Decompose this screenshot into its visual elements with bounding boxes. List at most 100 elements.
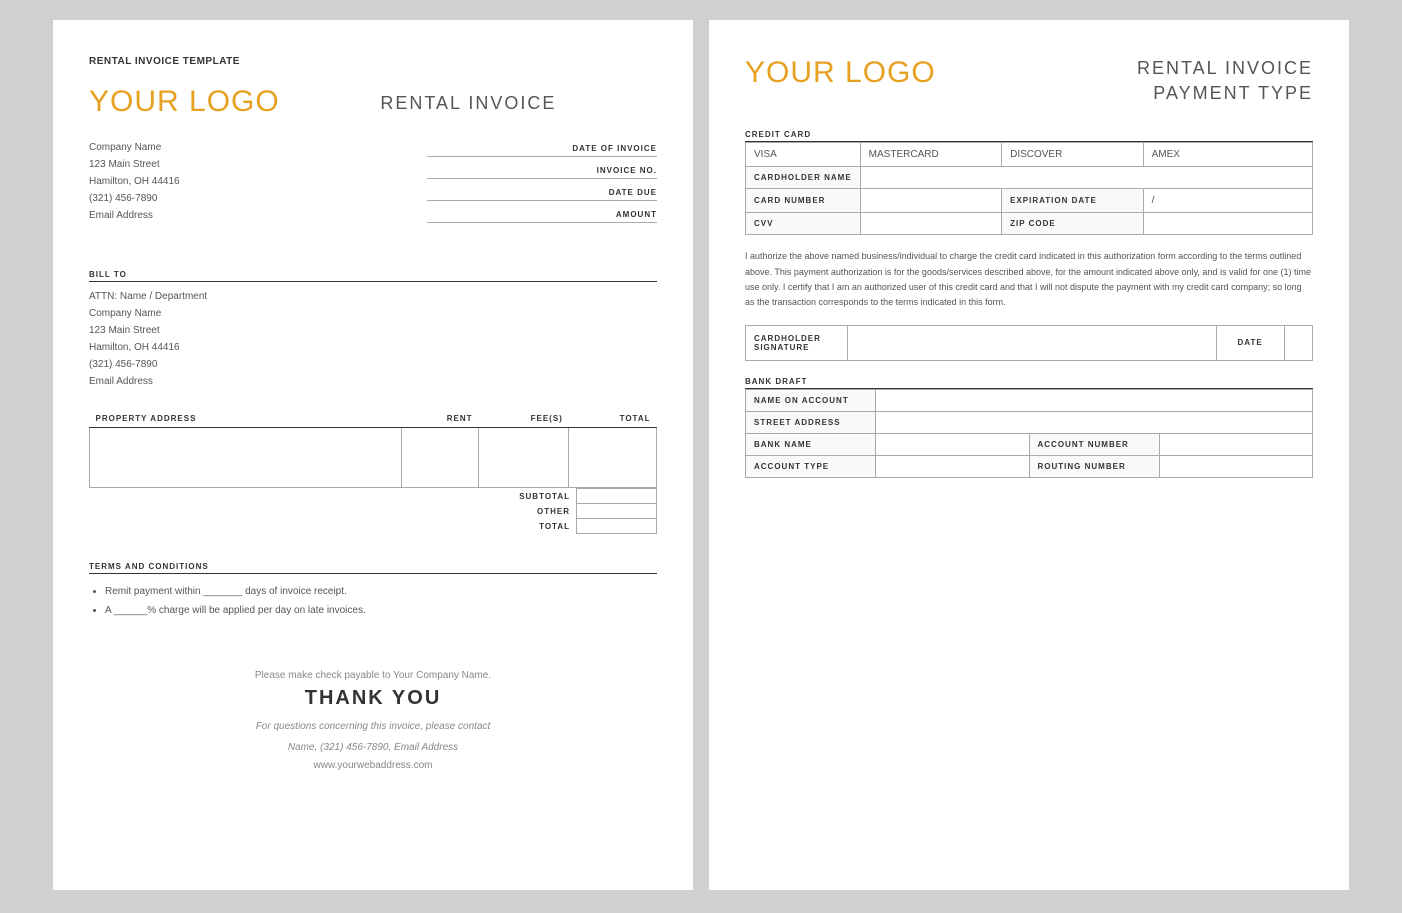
check-payable: Please make check payable to Your Compan… (89, 670, 657, 681)
name-on-account-label: NAME ON ACCOUNT (746, 389, 876, 411)
cardholder-signature-value (848, 325, 1217, 360)
zip-code-label: ZIP CODE (1002, 213, 1144, 235)
credit-card-label: CREDIT CARD (745, 130, 1313, 142)
thank-you: THANK YOU (89, 687, 657, 710)
right-header: YOUR LOGO RENTAL INVOICE PAYMENT TYPE (745, 56, 1313, 106)
subtotal-label: SUBTOTAL (167, 489, 577, 504)
cardholder-name-label: CARDHOLDER NAME (746, 167, 861, 189)
routing-number-value (1159, 455, 1313, 477)
signature-row: CARDHOLDER SIGNATURE DATE (746, 325, 1313, 360)
cc-option-discover: DISCOVER (1002, 143, 1144, 167)
left-logo: YOUR LOGO (89, 85, 280, 119)
invoice-no-label: INVOICE NO. (427, 166, 657, 175)
template-label: RENTAL INVOICE TEMPLATE (89, 56, 657, 67)
footer-website: www.yourwebaddress.com (89, 760, 657, 771)
cvv-value (860, 213, 1001, 235)
routing-number-label: ROUTING NUMBER (1029, 455, 1159, 477)
street-address-row: STREET ADDRESS (746, 411, 1313, 433)
footer-contact-line2: Name, (321) 456-7890, Email Address (89, 739, 657, 756)
terms-label: TERMS AND CONDITIONS (89, 562, 657, 574)
street-address-label: STREET ADDRESS (746, 411, 876, 433)
expiration-date-label: EXPIRATION DATE (1002, 189, 1144, 213)
property-table: PROPERTY ADDRESS RENT FEE(S) TOTAL (89, 410, 657, 488)
bank-name-value (876, 433, 1030, 455)
cvv-row: CVV ZIP CODE (746, 213, 1313, 235)
date-of-invoice-field: DATE OF INVOICE (427, 139, 657, 157)
col-fees: FEE(S) (479, 410, 569, 428)
terms-item-2: A ______% charge will be applied per day… (105, 601, 657, 620)
company-name: Company Name (89, 139, 180, 156)
bank-name-label: BANK NAME (746, 433, 876, 455)
cc-option-amex: AMEX (1143, 143, 1312, 167)
name-on-account-value (876, 389, 1313, 411)
right-title-line1: RENTAL INVOICE (1137, 56, 1313, 81)
col-property-address: PROPERTY ADDRESS (90, 410, 402, 428)
total-value (577, 519, 657, 534)
account-number-value (1159, 433, 1313, 455)
fees-cell (479, 428, 569, 488)
date-due-label: DATE DUE (427, 188, 657, 197)
subtotal-row: SUBTOTAL (89, 489, 657, 504)
total-label: TOTAL (167, 519, 577, 534)
card-number-label: CARD NUMBER (746, 189, 861, 213)
zip-code-value (1143, 213, 1312, 235)
company-info: Company Name 123 Main Street Hamilton, O… (89, 139, 180, 224)
date-due-field: DATE DUE (427, 183, 657, 201)
company-email: Email Address (89, 207, 180, 224)
date-of-invoice-label: DATE OF INVOICE (427, 144, 657, 153)
terms-item-1: Remit payment within _______ days of inv… (105, 582, 657, 601)
rent-cell (401, 428, 478, 488)
bill-to-section: BILL TO ATTN: Name / Department Company … (89, 270, 657, 390)
name-on-account-row: NAME ON ACCOUNT (746, 389, 1313, 411)
footer-contact-line1: For questions concerning this invoice, p… (89, 718, 657, 735)
bill-to-info: ATTN: Name / Department Company Name 123… (89, 288, 657, 390)
cardholder-name-row: CARDHOLDER NAME (746, 167, 1313, 189)
company-invoice-row: Company Name 123 Main Street Hamilton, O… (89, 139, 657, 240)
account-number-label: ACCOUNT NUMBER (1029, 433, 1159, 455)
card-number-value (860, 189, 1001, 213)
right-page: YOUR LOGO RENTAL INVOICE PAYMENT TYPE CR… (709, 20, 1349, 890)
bill-to-street: 123 Main Street (89, 322, 657, 339)
signature-table: CARDHOLDER SIGNATURE DATE (745, 325, 1313, 361)
invoice-fields: DATE OF INVOICE INVOICE NO. DATE DUE AMO… (427, 139, 657, 240)
expiration-date-value: / (1143, 189, 1312, 213)
auth-text: I authorize the above named business/ind… (745, 249, 1313, 310)
cardholder-name-value (860, 167, 1312, 189)
account-type-label: ACCOUNT TYPE (746, 455, 876, 477)
col-total: TOTAL (569, 410, 657, 428)
bill-to-email: Email Address (89, 373, 657, 390)
other-label: OTHER (167, 504, 577, 519)
cc-option-mastercard: MASTERCARD (860, 143, 1001, 167)
company-street: 123 Main Street (89, 156, 180, 173)
bill-to-label: BILL TO (89, 270, 657, 282)
street-address-value (876, 411, 1313, 433)
card-number-row: CARD NUMBER EXPIRATION DATE / (746, 189, 1313, 213)
right-logo: YOUR LOGO (745, 56, 936, 90)
account-type-row: ACCOUNT TYPE ROUTING NUMBER (746, 455, 1313, 477)
amount-field: AMOUNT (427, 205, 657, 223)
cc-options-row: VISA MASTERCARD DISCOVER AMEX (746, 143, 1313, 167)
date-value (1284, 325, 1312, 360)
total-row: TOTAL (89, 519, 657, 534)
other-row: OTHER (89, 504, 657, 519)
footer-section: Please make check payable to Your Compan… (89, 670, 657, 771)
logo-invoice-row: YOUR LOGO RENTAL INVOICE (89, 85, 657, 119)
company-city: Hamilton, OH 44416 (89, 173, 180, 190)
col-rent: RENT (401, 410, 478, 428)
company-phone: (321) 456-7890 (89, 190, 180, 207)
bill-to-phone: (321) 456-7890 (89, 356, 657, 373)
totals-table: SUBTOTAL OTHER TOTAL (89, 488, 657, 534)
terms-items: Remit payment within _______ days of inv… (89, 582, 657, 620)
bank-table: NAME ON ACCOUNT STREET ADDRESS BANK NAME… (745, 389, 1313, 478)
bank-name-row: BANK NAME ACCOUNT NUMBER (746, 433, 1313, 455)
left-page: RENTAL INVOICE TEMPLATE YOUR LOGO RENTAL… (53, 20, 693, 890)
bill-to-attn: ATTN: Name / Department (89, 288, 657, 305)
property-address-cell (90, 428, 402, 488)
bank-draft-label: BANK DRAFT (745, 377, 1313, 389)
bill-to-company: Company Name (89, 305, 657, 322)
rental-invoice-heading: RENTAL INVOICE (380, 85, 556, 114)
invoice-no-field: INVOICE NO. (427, 161, 657, 179)
bill-to-city: Hamilton, OH 44416 (89, 339, 657, 356)
subtotal-value (577, 489, 657, 504)
right-title: RENTAL INVOICE PAYMENT TYPE (1137, 56, 1313, 106)
